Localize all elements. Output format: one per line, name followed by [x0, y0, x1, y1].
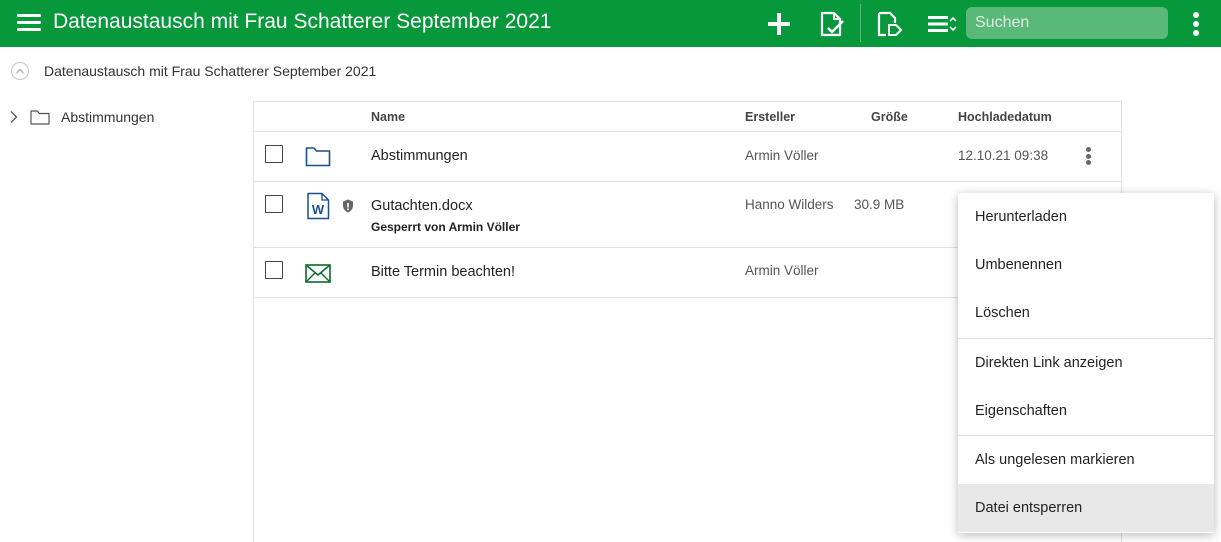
- file-name[interactable]: Bitte Termin beachten!: [371, 264, 515, 280]
- file-list-header: Name Ersteller Größe Hochladedatum: [254, 102, 1122, 132]
- folder-icon: [305, 147, 331, 167]
- row-more-options-icon[interactable]: [1084, 147, 1094, 165]
- chevron-up-icon: [15, 68, 25, 74]
- file-name[interactable]: Abstimmungen: [371, 148, 468, 164]
- row-checkbox[interactable]: [265, 145, 283, 163]
- file-name[interactable]: Gutachten.docx: [371, 198, 473, 214]
- envelope-icon: [305, 264, 331, 283]
- app-title: Datenaustausch mit Frau Schatterer Septe…: [53, 10, 552, 33]
- chevron-right-icon[interactable]: [8, 110, 20, 124]
- menu-item-download[interactable]: Herunterladen: [958, 193, 1214, 241]
- search-input[interactable]: [966, 7, 1168, 39]
- document-check-icon[interactable]: [817, 10, 845, 38]
- menu-item-show-direct-link[interactable]: Direkten Link anzeigen: [958, 339, 1214, 387]
- lock-shield-icon: [343, 199, 353, 213]
- top-app-bar: Datenaustausch mit Frau Schatterer Septe…: [0, 0, 1221, 47]
- column-header-creator[interactable]: Ersteller: [745, 110, 795, 124]
- tree-item-abstimmungen[interactable]: Abstimmungen: [8, 106, 154, 128]
- column-header-size[interactable]: Größe: [871, 110, 908, 124]
- tree-item-label: Abstimmungen: [61, 109, 155, 125]
- menu-item-mark-unread[interactable]: Als ungelesen markieren: [958, 436, 1214, 484]
- folder-tree: Abstimmungen: [0, 101, 254, 542]
- file-upload-date: 12.10.21 09:38: [958, 148, 1049, 163]
- file-creator: Hanno Wilders: [745, 197, 834, 212]
- menu-item-delete[interactable]: Löschen: [958, 289, 1214, 337]
- document-tag-icon[interactable]: [874, 10, 902, 38]
- add-icon[interactable]: [765, 10, 793, 38]
- row-checkbox[interactable]: [265, 195, 283, 213]
- breadcrumb: Datenaustausch mit Frau Schatterer Septe…: [0, 48, 1221, 94]
- context-menu: Herunterladen Umbenennen Löschen Direkte…: [958, 193, 1214, 533]
- navigate-up-button[interactable]: [11, 62, 29, 80]
- column-header-name[interactable]: Name: [371, 110, 405, 124]
- more-options-icon[interactable]: [1188, 12, 1204, 36]
- toolbar-divider: [860, 4, 861, 42]
- list-view-icon[interactable]: [926, 10, 957, 38]
- menu-item-rename[interactable]: Umbenennen: [958, 241, 1214, 289]
- column-header-date[interactable]: Hochladedatum: [958, 110, 1052, 124]
- folder-icon: [30, 110, 50, 125]
- svg-text:W: W: [312, 202, 325, 217]
- file-creator: Armin Völler: [745, 148, 819, 163]
- file-size: 30.9 MB: [854, 197, 905, 212]
- breadcrumb-current-folder[interactable]: Datenaustausch mit Frau Schatterer Septe…: [44, 63, 376, 79]
- menu-item-unlock-file[interactable]: Datei entsperren: [958, 484, 1214, 532]
- menu-item-properties[interactable]: Eigenschaften: [958, 387, 1214, 435]
- row-checkbox[interactable]: [265, 261, 283, 279]
- word-document-icon: W: [307, 192, 330, 220]
- menu-icon[interactable]: [17, 14, 41, 32]
- file-lock-status: Gesperrt von Armin Völler: [371, 220, 520, 234]
- table-row[interactable]: Abstimmungen Armin Völler 12.10.21 09:38: [254, 132, 1122, 182]
- file-creator: Armin Völler: [745, 263, 819, 278]
